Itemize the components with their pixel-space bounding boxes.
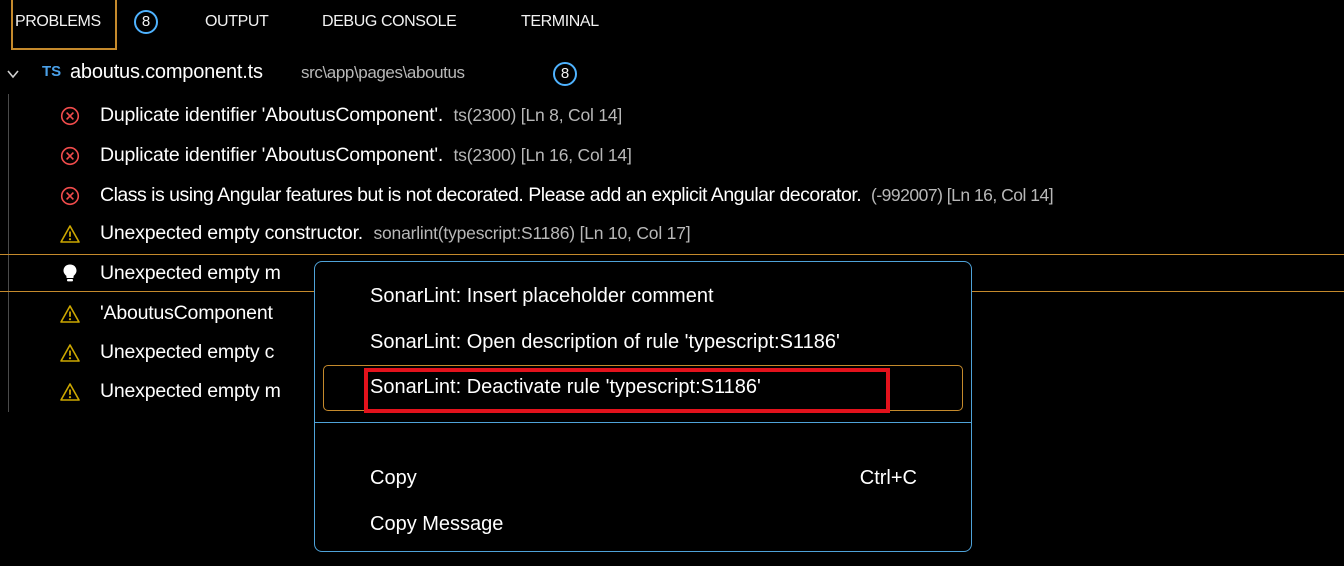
menu-item-insert-placeholder-comment[interactable]: SonarLint: Insert placeholder comment bbox=[323, 274, 963, 318]
problem-source: ts(2300) [Ln 16, Col 14] bbox=[453, 145, 632, 165]
problem-text: Class is using Angular features but is n… bbox=[100, 184, 862, 206]
problem-message: Duplicate identifier 'AboutusComponent'.… bbox=[100, 144, 632, 167]
problem-message: Class is using Angular features but is n… bbox=[100, 184, 1054, 207]
problem-message: Unexpected empty m bbox=[100, 380, 281, 403]
problem-text: Unexpected empty m bbox=[100, 262, 281, 284]
tab-output[interactable]: OUTPUT bbox=[205, 13, 269, 31]
problem-message: Duplicate identifier 'AboutusComponent'.… bbox=[100, 104, 622, 127]
problem-text: Duplicate identifier 'AboutusComponent'. bbox=[100, 144, 444, 166]
problem-row[interactable]: Class is using Angular features but is n… bbox=[0, 180, 1344, 212]
menu-item-label: Copy bbox=[370, 467, 417, 489]
problem-message: 'AboutusComponent bbox=[100, 302, 273, 325]
problem-message: Unexpected empty constructor. sonarlint(… bbox=[100, 222, 691, 245]
problem-source: sonarlint(typescript:S1186) [Ln 10, Col … bbox=[373, 223, 691, 243]
menu-item-deactivate-rule[interactable]: SonarLint: Deactivate rule 'typescript:S… bbox=[323, 365, 963, 413]
typescript-file-icon: TS bbox=[42, 63, 62, 80]
problem-source: ts(2300) [Ln 8, Col 14] bbox=[453, 105, 623, 125]
warning-triangle-icon bbox=[60, 225, 80, 243]
file-path: src\app\pages\aboutus bbox=[301, 63, 465, 82]
problems-count-badge: 8 bbox=[134, 10, 158, 34]
problem-message: Unexpected empty c bbox=[100, 341, 274, 364]
menu-item-shortcut: Ctrl+C bbox=[859, 467, 917, 489]
menu-item-label: SonarLint: Insert placeholder comment bbox=[370, 285, 714, 307]
problem-row[interactable]: Duplicate identifier 'AboutusComponent'.… bbox=[0, 140, 1344, 172]
error-circle-icon bbox=[60, 146, 80, 166]
problem-message: Unexpected empty m bbox=[100, 262, 281, 285]
tab-debug-console[interactable]: DEBUG CONSOLE bbox=[322, 13, 457, 31]
problem-text: Unexpected empty constructor. bbox=[100, 222, 364, 244]
menu-item-label: SonarLint: Deactivate rule 'typescript:S… bbox=[370, 376, 761, 398]
tab-terminal[interactable]: TERMINAL bbox=[521, 13, 599, 31]
lightbulb-icon[interactable] bbox=[60, 263, 80, 283]
warning-triangle-icon bbox=[60, 383, 80, 401]
problem-source: (-992007) [Ln 16, Col 14] bbox=[871, 185, 1054, 205]
menu-item-label: SonarLint: Open description of rule 'typ… bbox=[370, 331, 840, 353]
warning-triangle-icon bbox=[60, 344, 80, 362]
menu-item-label: Copy Message bbox=[370, 513, 504, 535]
problem-text: Duplicate identifier 'AboutusComponent'. bbox=[100, 104, 444, 126]
problem-row[interactable]: Unexpected empty constructor. sonarlint(… bbox=[0, 218, 1344, 250]
problem-text: Unexpected empty c bbox=[100, 341, 275, 363]
problem-row[interactable]: Duplicate identifier 'AboutusComponent'.… bbox=[0, 100, 1344, 132]
error-circle-icon bbox=[60, 106, 80, 126]
menu-item-copy-message[interactable]: Copy Message bbox=[323, 502, 963, 546]
file-name: aboutus.component.ts bbox=[70, 61, 263, 83]
file-problems-count-badge: 8 bbox=[553, 62, 577, 86]
error-circle-icon bbox=[60, 186, 80, 206]
quick-fix-context-menu: SonarLint: Insert placeholder comment So… bbox=[314, 261, 972, 552]
chevron-down-icon[interactable] bbox=[6, 67, 20, 81]
panel-tab-bar: PROBLEMS 8 OUTPUT DEBUG CONSOLE TERMINAL bbox=[0, 0, 1344, 52]
menu-item-copy[interactable]: Copy Ctrl+C bbox=[323, 456, 963, 500]
warning-triangle-icon bbox=[60, 305, 80, 323]
menu-item-open-rule-description[interactable]: SonarLint: Open description of rule 'typ… bbox=[323, 320, 963, 364]
problem-text: Unexpected empty m bbox=[100, 380, 281, 402]
tab-problems[interactable]: PROBLEMS bbox=[15, 13, 101, 31]
problem-text: 'AboutusComponent bbox=[100, 302, 273, 324]
file-group-header[interactable]: TS aboutus.component.ts src\app\pages\ab… bbox=[0, 58, 1344, 90]
menu-separator bbox=[315, 422, 971, 423]
